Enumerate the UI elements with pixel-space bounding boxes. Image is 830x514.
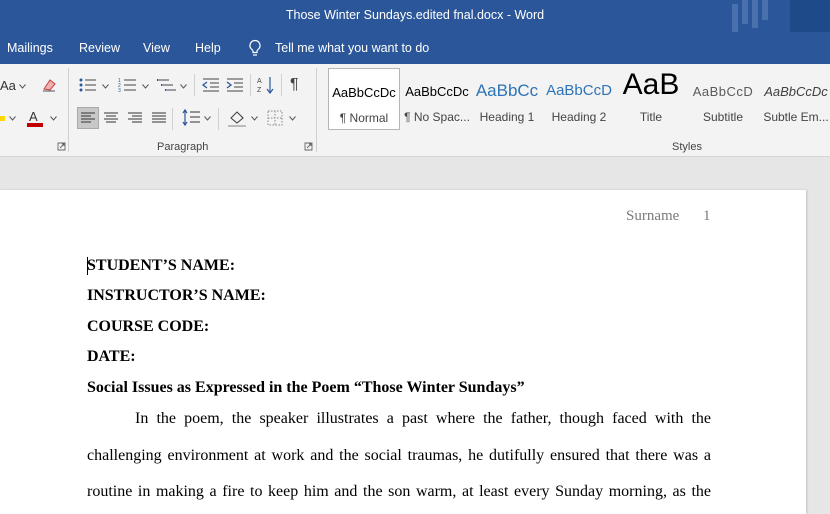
ribbon-separator xyxy=(250,74,251,96)
chevron-down-icon[interactable] xyxy=(9,116,16,121)
font-dialog-launcher-icon[interactable] xyxy=(57,142,66,151)
change-case-button[interactable]: Aa xyxy=(0,78,16,93)
style-label: ¶ No Spac... xyxy=(404,110,470,124)
date-field: DATE: xyxy=(87,348,136,365)
style-subtle-emphasis[interactable]: AaBbCcDc Subtle Em... xyxy=(762,68,830,128)
svg-text:A: A xyxy=(29,109,38,124)
style-label: Subtle Em... xyxy=(763,110,829,124)
style-preview: AaB xyxy=(622,68,680,101)
chevron-down-icon[interactable] xyxy=(142,84,149,89)
ribbon-separator xyxy=(194,74,195,96)
decrease-indent-icon[interactable] xyxy=(201,76,221,94)
ribbon-separator xyxy=(68,68,69,152)
course-code-field: COURSE CODE: xyxy=(87,318,210,335)
svg-text:3: 3 xyxy=(118,88,121,94)
header-page-number: 1 xyxy=(703,208,711,224)
style-label: Heading 2 xyxy=(551,110,607,124)
pilcrow-icon[interactable]: ¶ xyxy=(290,76,299,94)
vertical-scrollbar[interactable] xyxy=(814,157,830,514)
ribbon: Aa A 1 2 3 A Z ¶ Paragraph AaBbCcDc ¶ No… xyxy=(0,64,830,157)
window-title: Those Winter Sundays.edited fnal.docx - … xyxy=(285,8,545,22)
menu-help[interactable]: Help xyxy=(195,41,221,55)
paragraph-dialog-launcher-icon[interactable] xyxy=(304,142,313,151)
style-heading-1[interactable]: AaBbCc Heading 1 xyxy=(474,68,540,128)
chevron-down-icon[interactable] xyxy=(19,84,26,89)
styles-group-label: Styles xyxy=(672,141,702,153)
svg-text:A: A xyxy=(257,78,262,85)
style-label: Heading 1 xyxy=(479,110,535,124)
tell-me-text: Tell me what you want to do xyxy=(275,41,430,55)
chevron-down-icon[interactable] xyxy=(251,116,258,121)
justify-icon[interactable] xyxy=(152,112,166,124)
menu-review[interactable]: Review xyxy=(79,41,120,55)
paragraph-group-label: Paragraph xyxy=(157,141,209,153)
align-right-icon[interactable] xyxy=(128,112,142,124)
align-left-button[interactable] xyxy=(77,107,99,129)
paragraph-line: In the poem, the speaker illustrates a p… xyxy=(135,410,711,427)
menu-view[interactable]: View xyxy=(143,41,170,55)
paragraph-line: routine in making a fire to keep him and… xyxy=(87,483,711,500)
clear-formatting-icon[interactable] xyxy=(40,76,58,94)
sort-icon[interactable]: A Z xyxy=(256,75,276,95)
style-title[interactable]: AaB Title xyxy=(618,68,684,128)
style-heading-2[interactable]: AaBbCcD Heading 2 xyxy=(546,68,612,128)
style-preview: AaBbCcD xyxy=(546,82,612,99)
essay-heading: Social Issues as Expressed in the Poem “… xyxy=(87,379,525,396)
highlight-color-icon[interactable] xyxy=(0,116,5,121)
style-normal[interactable]: AaBbCcDc ¶ Normal xyxy=(328,68,400,130)
chevron-down-icon[interactable] xyxy=(102,84,109,89)
style-preview: AaBbCcD xyxy=(692,84,754,99)
chevron-down-icon[interactable] xyxy=(289,116,296,121)
line-spacing-icon[interactable] xyxy=(182,108,200,128)
document-page[interactable]: Surname 1 STUDENT’S NAME: INSTRUCTOR’S N… xyxy=(0,190,806,514)
style-label: Subtitle xyxy=(702,110,744,124)
chevron-down-icon[interactable] xyxy=(50,116,57,121)
ribbon-separator xyxy=(316,68,317,152)
font-color-icon[interactable]: A xyxy=(26,108,44,128)
increase-indent-icon[interactable] xyxy=(225,76,245,94)
borders-icon[interactable] xyxy=(267,110,283,126)
style-label: Title xyxy=(639,110,663,124)
ribbon-separator xyxy=(172,108,173,130)
ribbon-separator xyxy=(218,108,219,130)
numbering-icon[interactable]: 1 2 3 xyxy=(118,76,138,94)
style-preview: AaBbCcDc xyxy=(764,84,828,99)
styles-gallery: AaBbCcDc ¶ Normal AaBbCcDc ¶ No Spac... … xyxy=(322,64,830,156)
student-name-field: STUDENT’S NAME: xyxy=(87,257,236,274)
lightbulb-icon xyxy=(249,39,261,56)
chevron-down-icon[interactable] xyxy=(180,84,187,89)
title-bar-decoration-icon xyxy=(732,0,830,32)
style-preview: AaBbCcDc xyxy=(405,84,469,99)
instructor-name-field: INSTRUCTOR’S NAME: xyxy=(87,287,266,304)
align-left-icon xyxy=(81,112,95,123)
svg-text:Z: Z xyxy=(257,87,262,94)
chevron-down-icon[interactable] xyxy=(204,116,211,121)
style-subtitle[interactable]: AaBbCcD Subtitle xyxy=(690,68,756,128)
title-bar: Those Winter Sundays.edited fnal.docx - … xyxy=(0,0,830,32)
shading-icon[interactable] xyxy=(227,108,247,128)
menu-bar: Mailings Review View Help Tell me what y… xyxy=(0,32,830,64)
style-preview: AaBbCcDc xyxy=(332,85,396,100)
menu-mailings[interactable]: Mailings xyxy=(7,41,53,55)
paragraph-line: challenging environment at work and the … xyxy=(87,447,711,464)
multilevel-list-icon[interactable] xyxy=(157,76,177,94)
header-surname: Surname xyxy=(626,208,680,224)
align-center-icon[interactable] xyxy=(104,112,118,124)
style-no-spacing[interactable]: AaBbCcDc ¶ No Spac... xyxy=(402,68,472,128)
style-label: ¶ Normal xyxy=(339,111,389,125)
bullets-icon[interactable] xyxy=(78,76,98,94)
style-preview: AaBbCc xyxy=(475,81,539,100)
ribbon-separator xyxy=(281,74,282,96)
